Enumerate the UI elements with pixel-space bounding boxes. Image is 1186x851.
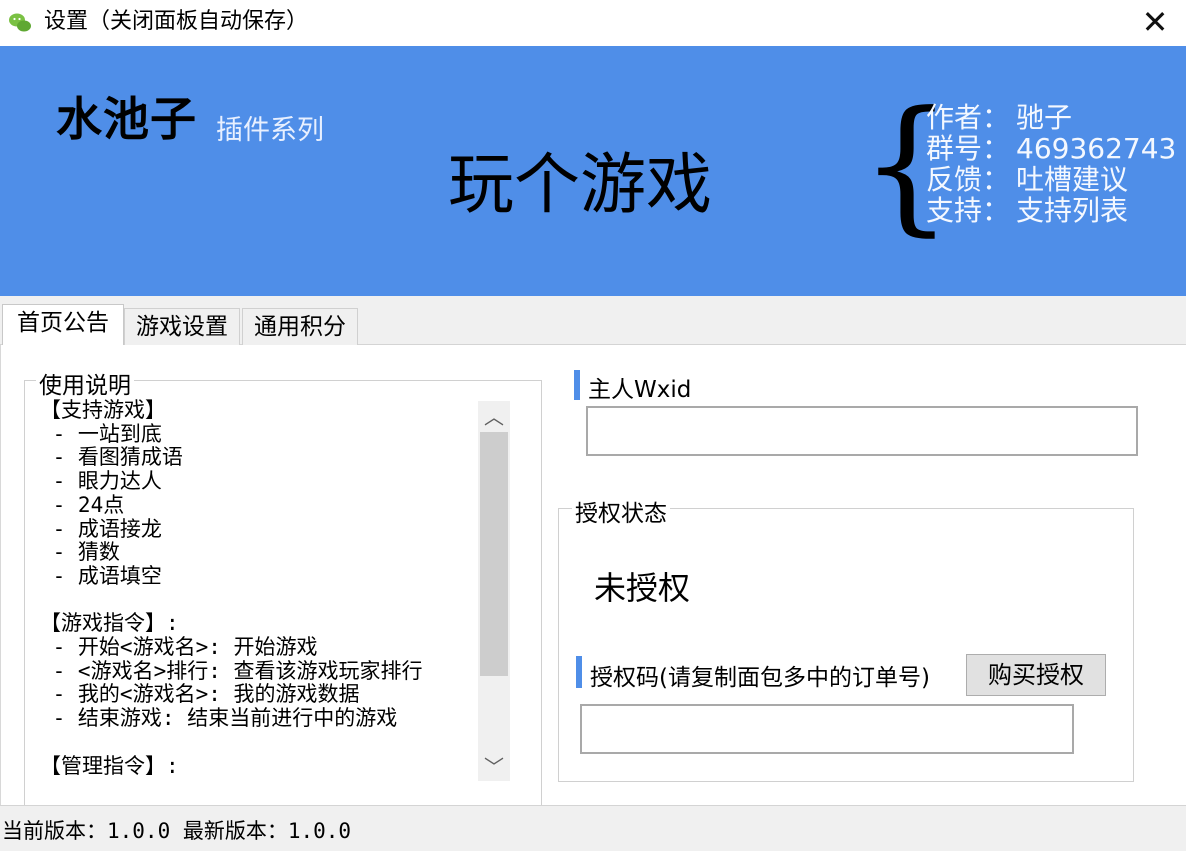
instructions-text: 【支持游戏】 - 一站到底 - 看图猜成语 - 眼力达人 - 24点 - 成语接… bbox=[40, 399, 423, 778]
brand-name: 水池子 bbox=[56, 92, 197, 146]
tab-game-settings[interactable]: 游戏设置 bbox=[124, 308, 240, 345]
auth-code-label: 授权码(请复制面包多中的订单号) bbox=[590, 665, 930, 691]
auth-status-value: 未授权 bbox=[594, 569, 691, 607]
plugin-title: 玩个游戏 bbox=[448, 146, 712, 223]
scroll-down-icon[interactable]: ﹀ bbox=[478, 752, 510, 782]
info-author: 作者： 驰子 bbox=[926, 101, 1073, 134]
auth-code-input[interactable] bbox=[580, 704, 1074, 754]
info-feedback-link[interactable]: 反馈： 吐槽建议 bbox=[926, 164, 1176, 195]
buy-license-button[interactable]: 购买授权 bbox=[966, 654, 1106, 696]
scrollbar-thumb[interactable] bbox=[480, 432, 508, 676]
scroll-up-icon[interactable]: ︿ bbox=[478, 402, 510, 432]
section-marker bbox=[576, 656, 582, 688]
window-title: 设置（关闭面板自动保存） bbox=[44, 9, 309, 34]
info-group: 群号： 469362743 bbox=[926, 132, 1177, 165]
close-icon[interactable]: ✕ bbox=[1138, 6, 1172, 40]
instructions-label: 使用说明 bbox=[36, 366, 134, 400]
owner-wxid-input[interactable] bbox=[586, 406, 1138, 456]
wechat-icon bbox=[9, 13, 31, 32]
version-info: 当前版本：1.0.0 最新版本：1.0.0 bbox=[2, 819, 352, 843]
title-bar: 设置（关闭面板自动保存） ✕ bbox=[0, 0, 1186, 46]
auth-status-label: 授权状态 bbox=[572, 494, 670, 528]
section-marker bbox=[574, 370, 580, 400]
owner-wxid-label: 主人Wxid bbox=[588, 377, 692, 403]
tab-points[interactable]: 通用积分 bbox=[242, 308, 358, 345]
brand-subtitle: 插件系列 bbox=[216, 115, 324, 146]
author-info: 作者： 驰子 群号： 469362743 反馈： 吐槽建议 支持： 支持列表 bbox=[926, 102, 1176, 226]
tab-home-notice[interactable]: 首页公告 bbox=[2, 304, 124, 346]
info-support-link[interactable]: 支持： 支持列表 bbox=[926, 195, 1176, 226]
